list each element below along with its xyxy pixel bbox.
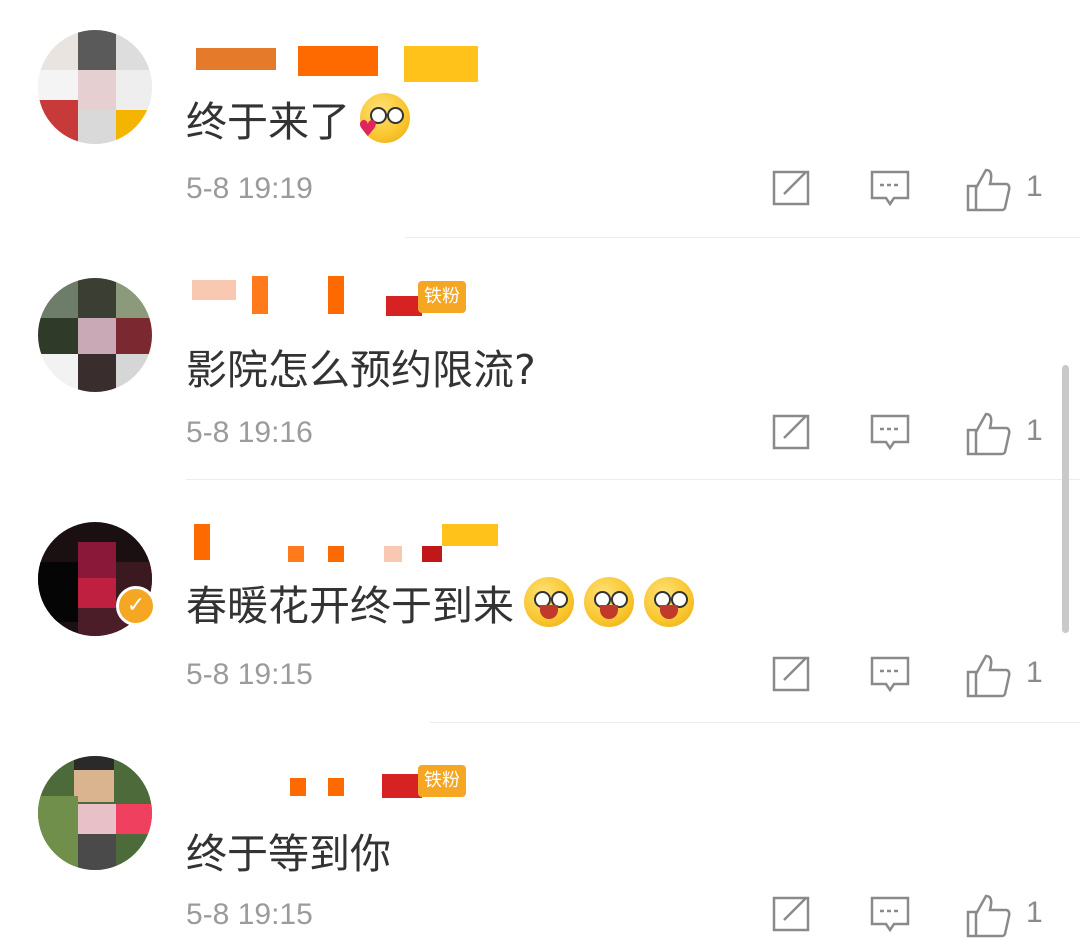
fan-badge: 铁粉 — [418, 281, 466, 313]
divider — [186, 479, 1080, 480]
hug-emoji — [524, 577, 574, 627]
like-count: 1 — [1026, 414, 1043, 447]
avatar[interactable] — [38, 278, 152, 392]
comment-text: 春暖花开终于到来 — [186, 572, 694, 632]
comment-actions: 1 — [770, 652, 1060, 702]
avatar[interactable] — [38, 756, 152, 870]
username-obscured[interactable] — [186, 522, 498, 566]
share-icon[interactable] — [770, 652, 814, 696]
reply-icon[interactable] — [868, 410, 912, 454]
share-icon[interactable] — [770, 410, 814, 454]
comment-actions: 1 — [770, 892, 1060, 942]
comment-actions: 1 — [770, 410, 1060, 460]
timestamp: 5-8 19:15 — [186, 898, 313, 931]
like-icon[interactable] — [964, 892, 1012, 940]
timestamp: 5-8 19:16 — [186, 416, 313, 449]
comment-text-content: 影院怎么预约限流? — [186, 346, 536, 394]
comment-item: 铁粉 终于等到你 5-8 19:15 1 — [0, 0, 1080, 938]
comment-text-content: 终于等到你 — [186, 830, 391, 878]
hug-emoji — [644, 577, 694, 627]
scrollbar[interactable] — [1062, 365, 1069, 633]
like-icon[interactable] — [964, 652, 1012, 700]
like-icon[interactable] — [964, 410, 1012, 458]
comment-text: 影院怎么预约限流? — [186, 336, 536, 396]
reply-icon[interactable] — [868, 892, 912, 936]
hug-emoji — [584, 577, 634, 627]
reply-icon[interactable] — [868, 652, 912, 696]
fan-badge: 铁粉 — [418, 765, 466, 797]
divider — [430, 722, 1080, 723]
timestamp: 5-8 19:15 — [186, 658, 313, 691]
verified-icon: ✓ — [116, 586, 156, 626]
like-count: 1 — [1026, 656, 1043, 689]
like-count: 1 — [1026, 896, 1043, 929]
comment-text-content: 春暖花开终于到来 — [186, 582, 514, 630]
share-icon[interactable] — [770, 892, 814, 936]
comment-text: 终于等到你 — [186, 820, 391, 880]
